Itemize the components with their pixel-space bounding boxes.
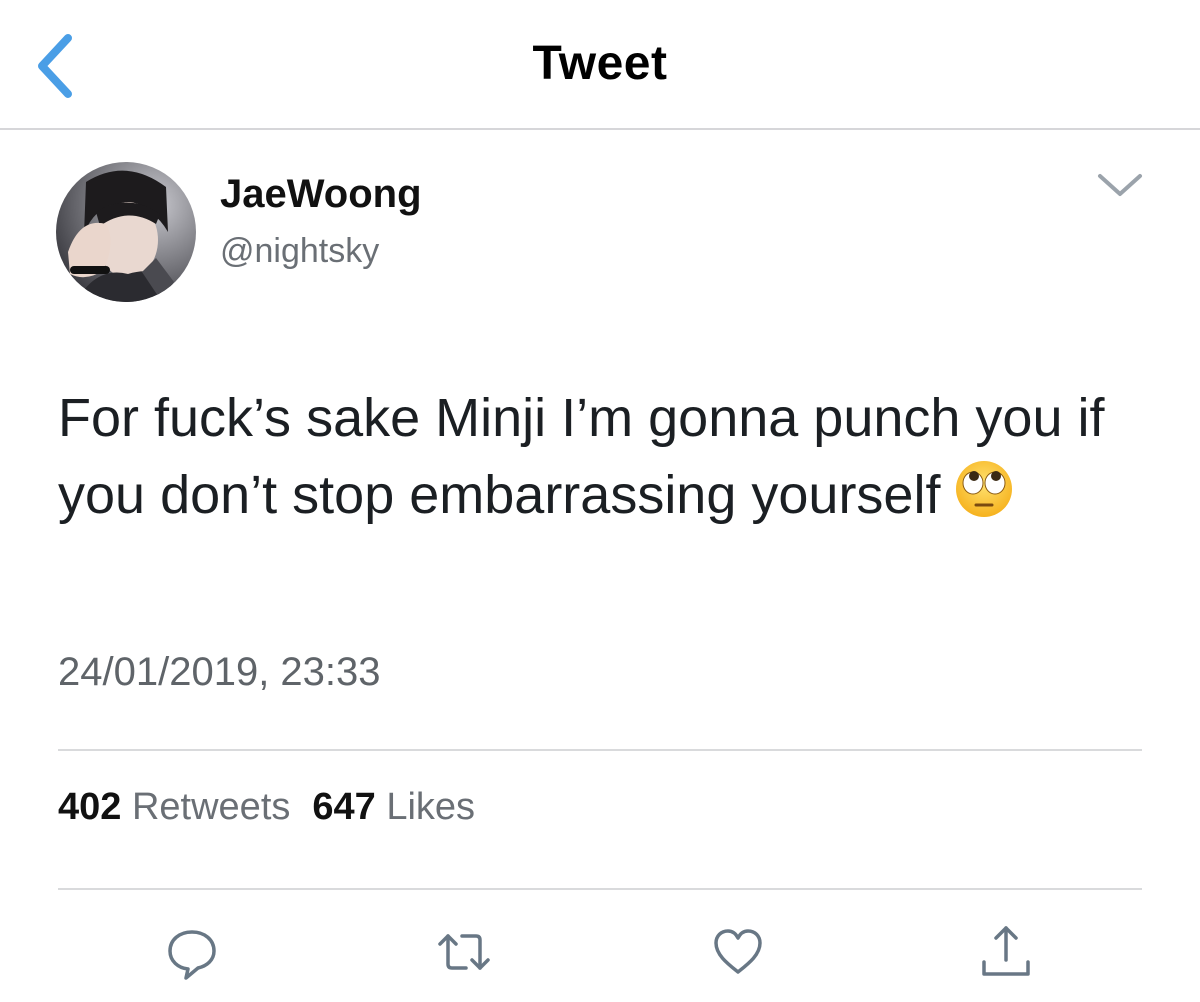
navigation-bar: Tweet [0, 0, 1200, 130]
tweet-text: For fuck’s sake Minji I’m gonna punch yo… [58, 388, 1105, 525]
avatar[interactable] [56, 162, 196, 302]
likes-count: 647 [312, 786, 376, 828]
like-button[interactable] [708, 922, 768, 982]
tweet-detail-screen: Tweet JaeWoong @nightsky For fuck’s sake… [0, 0, 1200, 1002]
retweets-stat[interactable]: 402 Retweets [58, 786, 290, 828]
divider [58, 888, 1142, 890]
reply-button[interactable] [162, 922, 222, 982]
rolling-eyes-emoji-icon [956, 461, 1013, 517]
retweets-count: 402 [58, 786, 122, 828]
retweet-icon [438, 934, 490, 970]
page-title: Tweet [532, 37, 668, 90]
divider [58, 749, 1142, 751]
tweet-stats: 402 Retweets 647 Likes [58, 786, 497, 829]
likes-label: Likes [386, 786, 476, 828]
retweet-button[interactable] [434, 922, 494, 982]
tweet-body: For fuck’s sake Minji I’m gonna punch yo… [58, 380, 1148, 534]
reply-icon [168, 930, 216, 980]
likes-stat[interactable]: 647 Likes [312, 786, 475, 828]
share-button[interactable] [976, 922, 1036, 982]
like-icon [714, 929, 762, 974]
author-handle[interactable]: @nightsky [220, 232, 379, 271]
tweet-options-button[interactable] [1094, 166, 1146, 206]
share-icon [982, 926, 1030, 976]
author-display-name[interactable]: JaeWoong [220, 172, 422, 217]
chevron-down-icon [1098, 174, 1142, 196]
retweets-label: Retweets [131, 786, 291, 828]
tweet-timestamp: 24/01/2019, 23:33 [58, 650, 381, 694]
profile-photo [56, 162, 196, 302]
